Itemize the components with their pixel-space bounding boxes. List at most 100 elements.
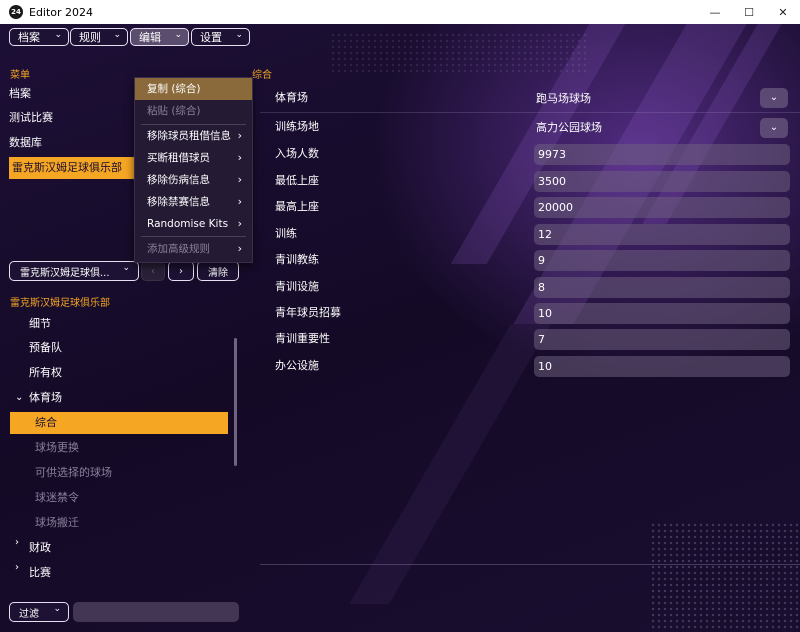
club-select[interactable]: 雷克斯汉姆足球俱... ⌄ bbox=[9, 261, 139, 281]
edit-dropdown-menu: 复制 (综合) 粘贴 (综合) 移除球员租借信息 › 买断租借球员 › 移除伤病… bbox=[134, 77, 253, 263]
menu-item-randomise-kits-label: Randomise Kits bbox=[147, 218, 229, 230]
attendance-input[interactable]: 9973 bbox=[534, 144, 790, 165]
field-label-training: 训练 bbox=[275, 227, 297, 240]
menu-item-copy[interactable]: 复制 (综合) bbox=[135, 78, 252, 100]
prev-button[interactable]: ‹ bbox=[141, 261, 165, 281]
minimize-button[interactable]: — bbox=[698, 0, 732, 24]
tree-item-ownership[interactable]: 所有权 bbox=[29, 362, 62, 384]
next-button[interactable]: › bbox=[168, 261, 194, 281]
tree-scrollbar[interactable] bbox=[234, 338, 237, 466]
clear-button[interactable]: 清除 bbox=[197, 261, 239, 281]
tree-title: 雷克斯汉姆足球俱乐部 bbox=[10, 298, 110, 309]
bottom-divider bbox=[260, 564, 800, 565]
chevron-right-icon: › bbox=[237, 151, 242, 164]
menu-edit-button[interactable]: 编辑 ⌄ bbox=[130, 28, 189, 46]
field-label-youth-importance: 青训重要性 bbox=[275, 332, 330, 345]
max-attendance-input[interactable]: 20000 bbox=[534, 197, 790, 218]
sidebar-item-test-match[interactable]: 测试比赛 bbox=[9, 107, 53, 129]
menu-settings-button[interactable]: 设置 ⌄ bbox=[191, 28, 250, 46]
bg-dot-pattern bbox=[330, 32, 590, 72]
chevron-left-icon: ‹ bbox=[151, 265, 155, 277]
field-label-attendance: 入场人数 bbox=[275, 147, 319, 160]
tree-item-stadium[interactable]: 体育场 bbox=[29, 387, 62, 409]
section-title: 综合 bbox=[252, 70, 272, 81]
menu-item-remove-injuries[interactable]: 移除伤病信息 › bbox=[135, 169, 252, 191]
maximize-button[interactable]: ☐ bbox=[732, 0, 766, 24]
chevron-down-icon[interactable]: ⌄ bbox=[15, 392, 23, 403]
chevron-down-icon: ⌄ bbox=[235, 30, 243, 40]
filter-button[interactable]: 过滤 ⌄ bbox=[9, 602, 69, 622]
chevron-down-icon[interactable]: ⌄ bbox=[760, 88, 788, 108]
chevron-right-icon[interactable]: › bbox=[15, 537, 19, 548]
chevron-right-icon: › bbox=[237, 129, 242, 142]
chevron-down-icon[interactable]: ⌄ bbox=[760, 118, 788, 138]
club-select-value: 雷克斯汉姆足球俱... bbox=[20, 267, 110, 279]
youth-coaching-input[interactable]: 9 bbox=[534, 250, 790, 271]
menu-settings-label: 设置 bbox=[200, 31, 222, 44]
menu-item-remove-bans[interactable]: 移除禁赛信息 › bbox=[135, 191, 252, 213]
close-button[interactable]: ✕ bbox=[766, 0, 800, 24]
row-divider bbox=[260, 112, 800, 113]
menu-item-advanced-rules-label: 添加高级规则 bbox=[147, 243, 210, 255]
filter-label: 过滤 bbox=[19, 608, 39, 620]
tree-item-pitch-change[interactable]: 球场更换 bbox=[35, 437, 79, 459]
menu-item-paste-label: 粘贴 (综合) bbox=[147, 105, 201, 117]
menu-item-remove-bans-label: 移除禁赛信息 bbox=[147, 196, 210, 208]
clear-label: 清除 bbox=[208, 267, 228, 279]
chevron-right-icon: › bbox=[237, 217, 242, 230]
tree-item-general[interactable]: 综合 bbox=[35, 412, 57, 434]
menu-item-buyout-loans[interactable]: 买断租借球员 › bbox=[135, 147, 252, 169]
chevron-down-icon: ⌄ bbox=[54, 30, 62, 40]
training-ground-select[interactable]: 高力公园球场 bbox=[534, 117, 792, 138]
youth-recruitment-input[interactable]: 10 bbox=[534, 303, 790, 324]
field-label-office-facilities: 办公设施 bbox=[275, 359, 319, 372]
chevron-down-icon: ⌄ bbox=[174, 30, 182, 40]
chevron-right-icon: › bbox=[237, 242, 242, 255]
training-input[interactable]: 12 bbox=[534, 224, 790, 245]
youth-facilities-input[interactable]: 8 bbox=[534, 277, 790, 298]
window-title: Editor 2024 bbox=[29, 5, 94, 19]
menu-rules-label: 规则 bbox=[79, 31, 101, 44]
field-label-youth-coaching: 青训教练 bbox=[275, 253, 319, 266]
field-label-max-attendance: 最高上座 bbox=[275, 200, 319, 213]
sidebar-item-club[interactable]: 雷克斯汉姆足球俱乐部 bbox=[9, 157, 134, 179]
min-attendance-input[interactable]: 3500 bbox=[534, 171, 790, 192]
tree-item-details[interactable]: 细节 bbox=[29, 313, 51, 335]
office-facilities-input[interactable]: 10 bbox=[534, 356, 790, 377]
bg-dot-pattern bbox=[650, 522, 800, 632]
chevron-down-icon: ⌄ bbox=[53, 604, 61, 614]
bg-stripe bbox=[349, 324, 551, 604]
menu-item-randomise-kits[interactable]: Randomise Kits › bbox=[135, 213, 252, 235]
menu-item-advanced-rules[interactable]: 添加高级规则 › bbox=[135, 238, 252, 260]
menu-item-remove-loans[interactable]: 移除球员租借信息 › bbox=[135, 125, 252, 147]
chevron-down-icon: ⌄ bbox=[113, 30, 121, 40]
filter-input[interactable] bbox=[73, 602, 239, 622]
youth-importance-input[interactable]: 7 bbox=[534, 329, 790, 350]
menu-item-paste[interactable]: 粘贴 (综合) bbox=[135, 100, 252, 122]
menu-file-button[interactable]: 档案 ⌄ bbox=[9, 28, 69, 46]
tree-item-fan-bans[interactable]: 球迷禁令 bbox=[35, 487, 79, 509]
app-logo-icon: 24 bbox=[9, 5, 23, 19]
menu-separator bbox=[141, 236, 246, 237]
chevron-right-icon: › bbox=[237, 173, 242, 186]
sidebar-item-database[interactable]: 数据库 bbox=[9, 132, 42, 154]
menu-item-remove-injuries-label: 移除伤病信息 bbox=[147, 174, 210, 186]
app-area: 档案 ⌄ 规则 ⌄ 编辑 ⌄ 设置 ⌄ 菜单 档案 测试比赛 数据库 雷克斯汉姆… bbox=[0, 24, 800, 632]
stadium-select[interactable]: 跑马场球场 bbox=[534, 88, 792, 109]
sidebar-item-file[interactable]: 档案 bbox=[9, 83, 31, 105]
chevron-right-icon[interactable]: › bbox=[15, 562, 19, 573]
menu-item-copy-label: 复制 (综合) bbox=[147, 83, 201, 95]
tree-item-competitions[interactable]: 比赛 bbox=[29, 562, 51, 584]
sidebar-title: 菜单 bbox=[10, 70, 30, 81]
menu-rules-button[interactable]: 规则 ⌄ bbox=[70, 28, 128, 46]
chevron-right-icon: › bbox=[179, 265, 183, 277]
field-label-stadium: 体育场 bbox=[275, 91, 308, 104]
menu-file-label: 档案 bbox=[18, 31, 40, 44]
tree-item-reserves[interactable]: 预备队 bbox=[29, 337, 62, 359]
tree-item-finance[interactable]: 财政 bbox=[29, 537, 51, 559]
menu-edit-label: 编辑 bbox=[139, 31, 161, 44]
field-label-min-attendance: 最低上座 bbox=[275, 174, 319, 187]
field-label-youth-facilities: 青训设施 bbox=[275, 280, 319, 293]
tree-item-alt-stadiums[interactable]: 可供选择的球场 bbox=[35, 462, 112, 484]
tree-item-relocation[interactable]: 球场搬迁 bbox=[35, 512, 79, 534]
